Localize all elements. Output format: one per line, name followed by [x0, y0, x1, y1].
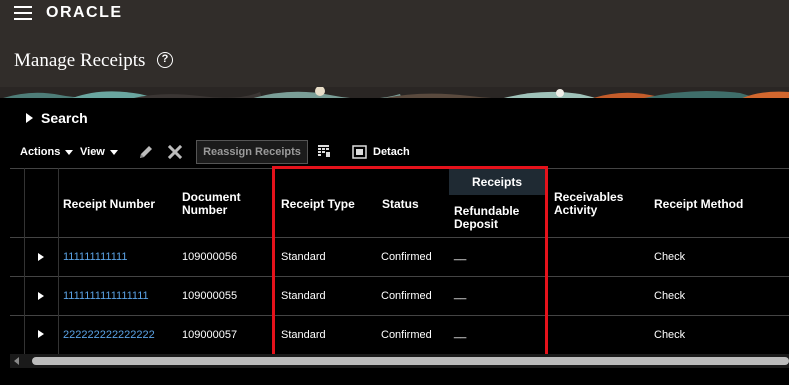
chevron-down-icon — [65, 150, 74, 155]
help-icon[interactable]: ? — [157, 52, 173, 68]
decorative-banner — [0, 86, 789, 98]
expand-row-icon[interactable] — [38, 292, 44, 300]
page-header: Manage Receipts ? — [0, 28, 789, 86]
receipt-method-cell: Check — [654, 290, 686, 302]
column-header-receivables-activity[interactable]: Receivables Activity — [554, 191, 623, 217]
edit-pencil-icon[interactable] — [138, 144, 154, 165]
table-toolbar: Actions View Reassign Receipts Detach — [0, 136, 789, 168]
refundable-deposit-cell: __ — [454, 288, 467, 300]
actions-menu[interactable]: Actions — [20, 146, 74, 158]
status-cell: Confirmed — [381, 329, 432, 341]
table-divider — [24, 168, 25, 354]
table-divider — [10, 315, 789, 316]
column-header-receipt-method[interactable]: Receipt Method — [654, 198, 743, 211]
view-menu-label: View — [80, 146, 105, 158]
view-menu[interactable]: View — [80, 146, 118, 158]
column-header-line: Deposit — [454, 217, 499, 231]
receipt-method-cell: Check — [654, 251, 686, 263]
document-number-cell: 109000057 — [182, 329, 238, 341]
table-divider — [58, 168, 59, 354]
search-region: Search — [0, 98, 789, 136]
document-number-cell: 109000055 — [182, 290, 238, 302]
scrollbar-thumb[interactable] — [32, 357, 789, 365]
column-header-refundable-deposit[interactable]: Refundable Deposit — [454, 205, 519, 231]
expand-row-icon[interactable] — [38, 253, 44, 261]
scroll-left-arrow-icon[interactable] — [14, 357, 19, 365]
column-header-receipt-number[interactable]: Receipt Number — [63, 198, 155, 211]
page-title: Manage Receipts — [14, 50, 146, 71]
expand-row-icon[interactable] — [38, 330, 44, 338]
global-header: ORACLE — [0, 0, 789, 28]
table-divider — [10, 168, 789, 169]
column-group-header-receipts: Receipts — [449, 169, 545, 195]
search-disclosure[interactable]: Search — [26, 110, 88, 126]
receipt-type-cell: Standard — [281, 251, 326, 263]
search-label: Search — [41, 110, 88, 126]
document-number-cell: 109000056 — [182, 251, 238, 263]
delete-x-icon[interactable] — [167, 144, 183, 165]
receipt-number-link[interactable]: 222222222222222 — [63, 329, 155, 341]
column-header-document-number[interactable]: Document Number — [182, 191, 241, 217]
detach-button[interactable]: Detach — [352, 145, 410, 159]
status-cell: Confirmed — [381, 251, 432, 263]
refundable-deposit-cell: __ — [454, 249, 467, 261]
receipt-method-cell: Check — [654, 329, 686, 341]
oracle-logo[interactable]: ORACLE — [46, 4, 123, 22]
column-header-line: Number — [182, 203, 228, 217]
table-divider — [10, 276, 789, 277]
actions-menu-label: Actions — [20, 146, 61, 158]
column-header-receipt-type[interactable]: Receipt Type — [281, 198, 355, 211]
column-header-status[interactable]: Status — [382, 198, 419, 211]
detach-icon — [352, 145, 367, 159]
refundable-deposit-cell: __ — [454, 327, 467, 339]
freeze-columns-icon[interactable] — [316, 143, 332, 164]
status-cell: Confirmed — [381, 290, 432, 302]
expand-triangle-icon — [26, 113, 33, 123]
receipt-type-cell: Standard — [281, 290, 326, 302]
chevron-down-icon — [109, 150, 118, 155]
receipt-type-cell: Standard — [281, 329, 326, 341]
detach-label: Detach — [373, 146, 410, 158]
horizontal-scrollbar[interactable] — [10, 354, 789, 368]
receipt-number-link[interactable]: 1111111111111111 — [63, 290, 149, 302]
table-divider — [10, 237, 789, 238]
reassign-receipts-button[interactable]: Reassign Receipts — [196, 140, 308, 164]
column-header-line: Activity — [554, 203, 598, 217]
menu-icon[interactable] — [14, 6, 32, 20]
receipt-number-link[interactable]: 111111111111 — [63, 251, 127, 263]
